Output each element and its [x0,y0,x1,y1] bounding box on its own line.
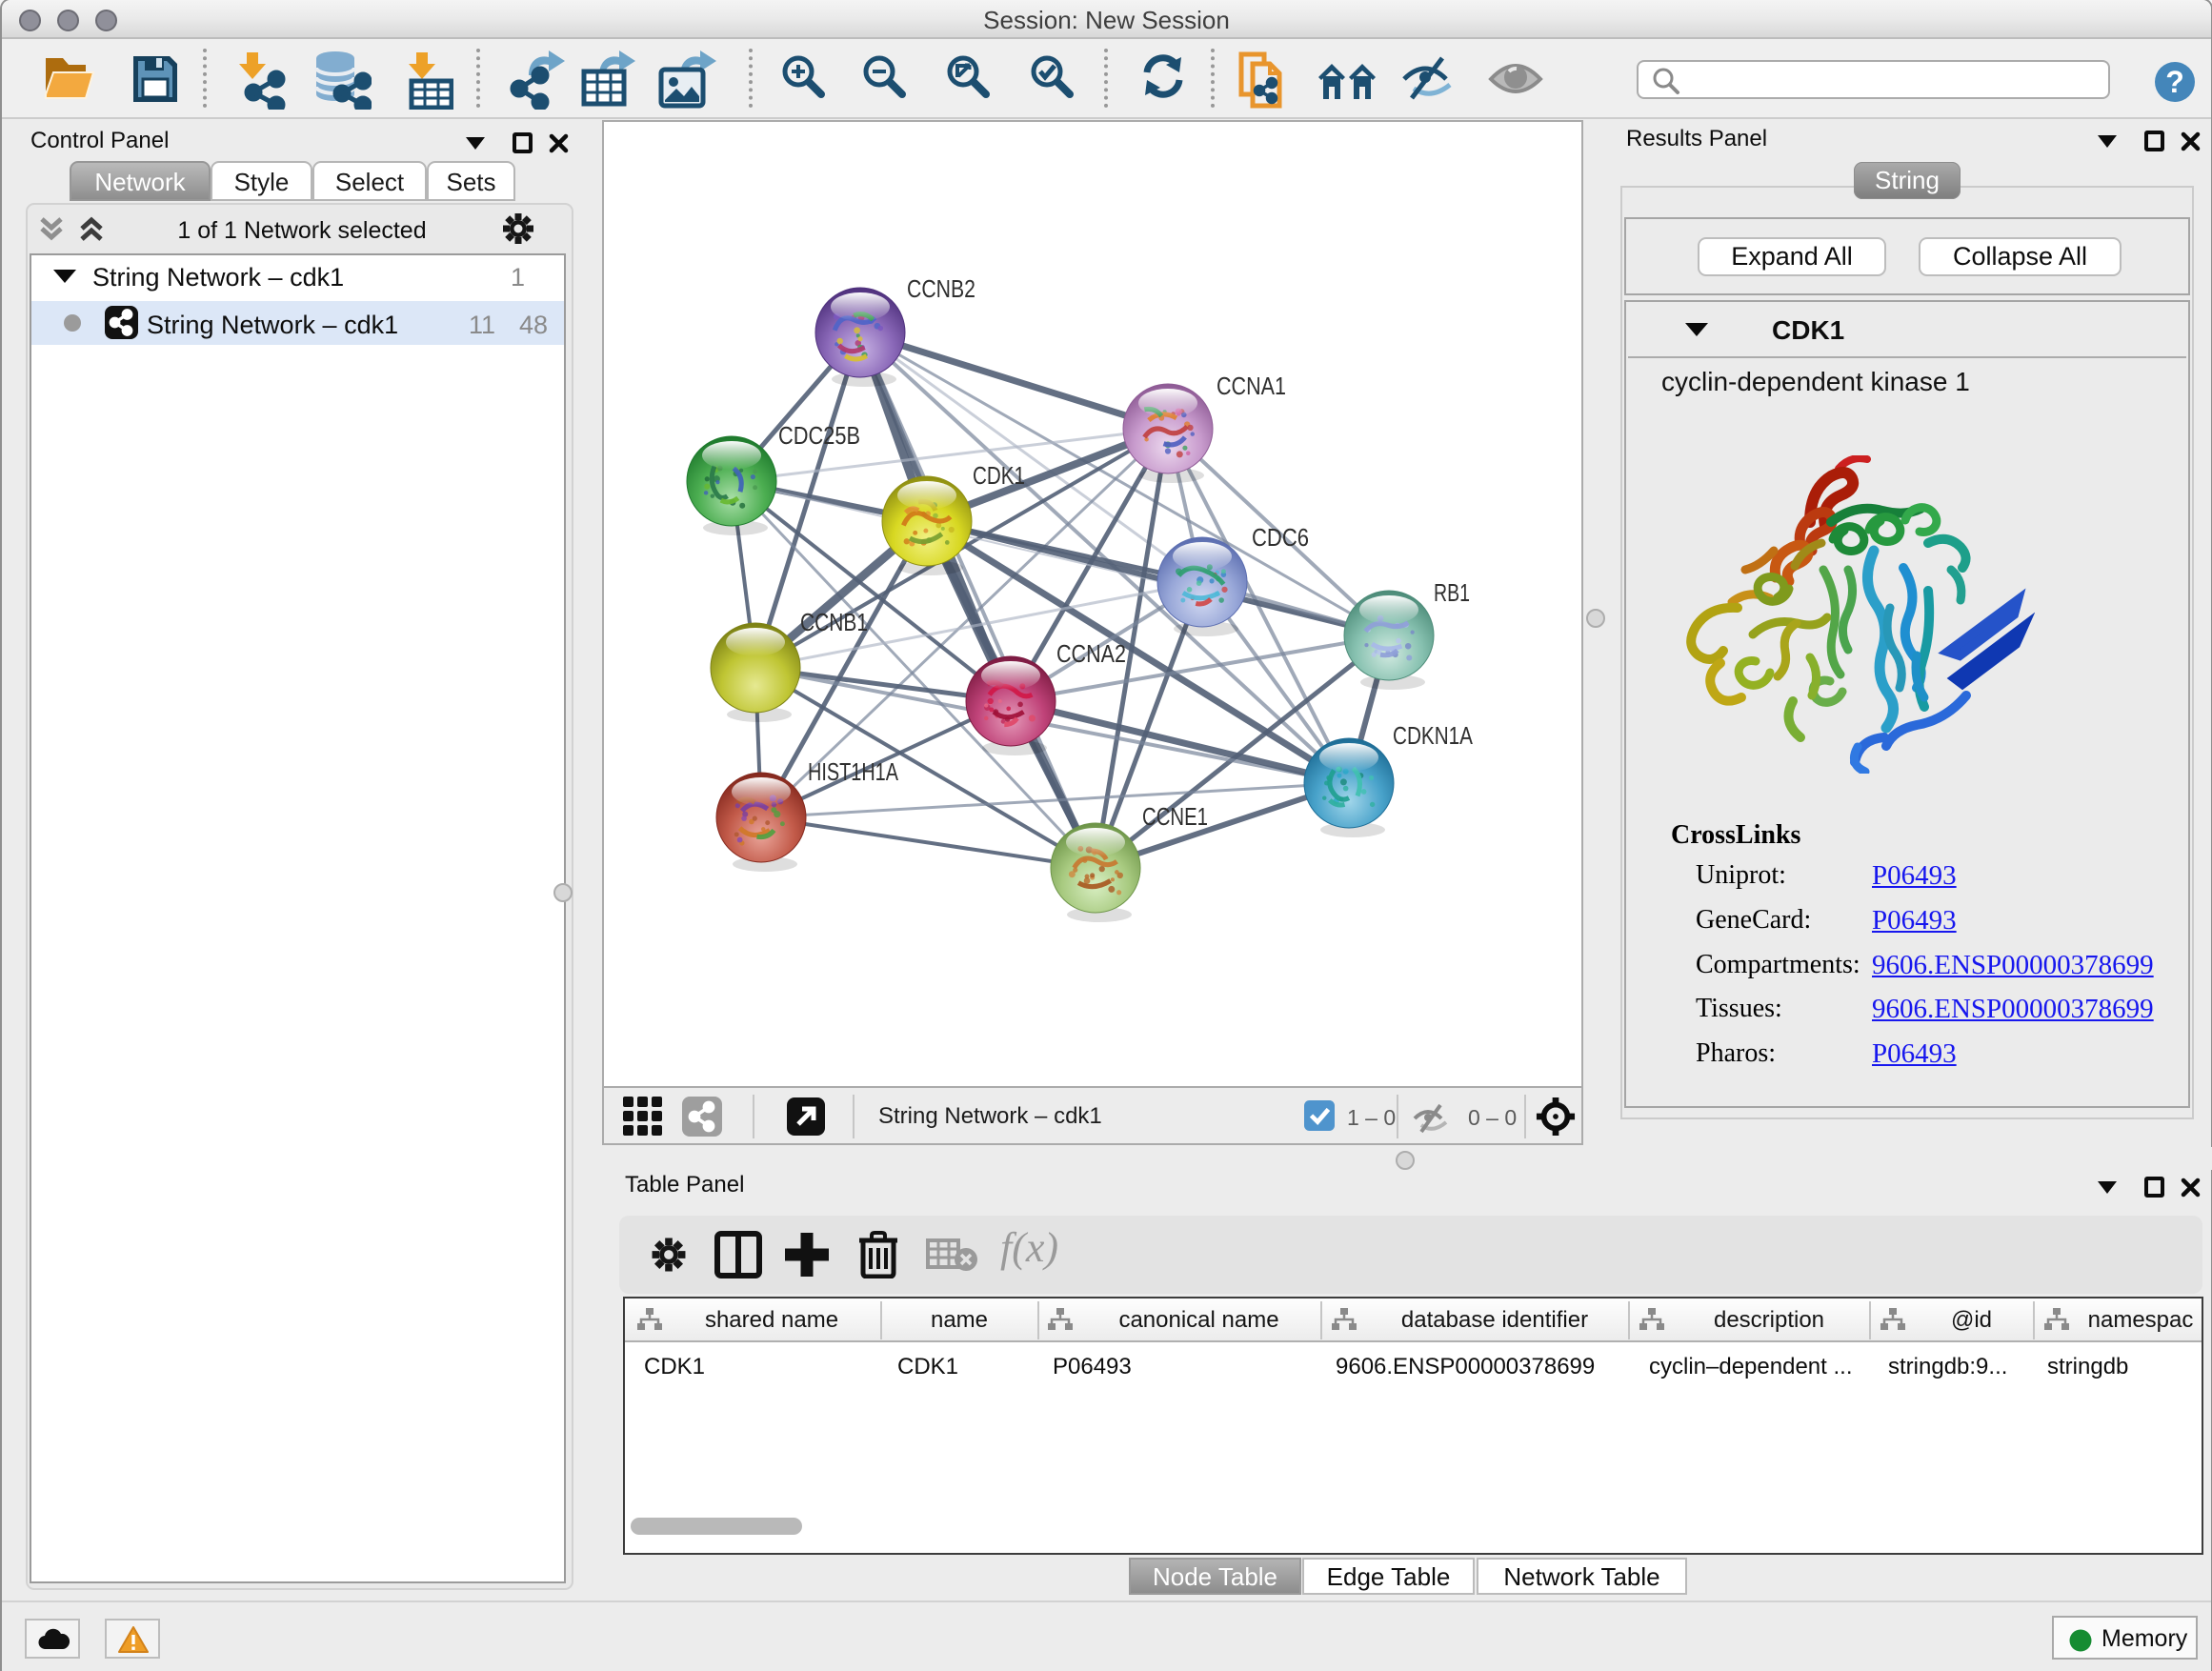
svg-text:CCNA1: CCNA1 [1217,372,1286,400]
svg-text:HIST1H1A: HIST1H1A [808,757,899,786]
svg-text:CCNB2: CCNB2 [907,274,975,303]
svg-text:CCNB1: CCNB1 [800,608,868,636]
svg-text:CDC25B: CDC25B [778,421,860,450]
svg-text:CCNA2: CCNA2 [1056,639,1126,668]
svg-text:CDC6: CDC6 [1252,523,1309,552]
svg-text:CDK1: CDK1 [973,461,1025,490]
svg-text:?: ? [2165,65,2184,99]
svg-text:CCNE1: CCNE1 [1142,802,1208,831]
svg-text:CDKN1A: CDKN1A [1393,721,1474,750]
svg-text:RB1: RB1 [1434,578,1470,607]
